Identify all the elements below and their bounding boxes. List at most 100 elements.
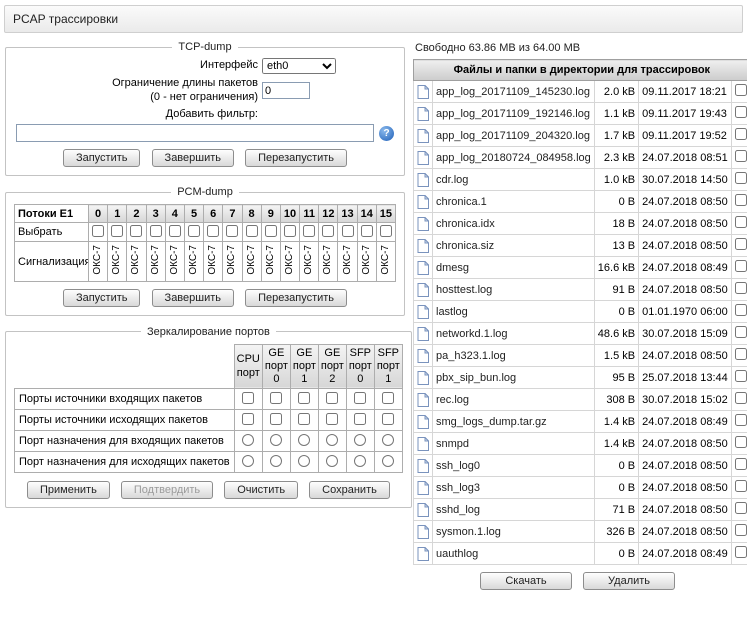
- file-name[interactable]: chronica.siz: [436, 240, 494, 252]
- file-select-checkbox[interactable]: [735, 524, 747, 536]
- mirroring-checkbox-row0-col0[interactable]: [242, 392, 254, 404]
- e1-select-checkbox-2[interactable]: [130, 225, 142, 237]
- help-icon[interactable]: ?: [379, 126, 394, 141]
- mirroring-checkbox-row0-col1[interactable]: [270, 392, 282, 404]
- file-name[interactable]: rec.log: [436, 394, 469, 406]
- mirroring-radio-row3-col3[interactable]: [326, 455, 338, 467]
- e1-select-checkbox-15[interactable]: [380, 225, 392, 237]
- e1-select-checkbox-9[interactable]: [265, 225, 277, 237]
- file-name[interactable]: smg_logs_dump.tar.gz: [436, 416, 547, 428]
- mirroring-radio-row3-col1[interactable]: [270, 455, 282, 467]
- file-name[interactable]: networkd.1.log: [436, 328, 508, 340]
- file-select-checkbox[interactable]: [735, 458, 747, 470]
- interface-select[interactable]: eth0: [262, 58, 336, 74]
- e1-select-checkbox-6[interactable]: [207, 225, 219, 237]
- apply-button[interactable]: Применить: [27, 481, 110, 499]
- e1-select-checkbox-5[interactable]: [188, 225, 200, 237]
- mirroring-radio-row3-col4[interactable]: [354, 455, 366, 467]
- file-select-checkbox[interactable]: [735, 480, 747, 492]
- file-select-checkbox[interactable]: [735, 392, 747, 404]
- mirroring-radio-row2-col4[interactable]: [354, 434, 366, 446]
- tcpdump-stop-button[interactable]: Завершить: [152, 149, 234, 167]
- mirroring-radio-row2-col3[interactable]: [326, 434, 338, 446]
- file-name[interactable]: cdr.log: [436, 174, 468, 186]
- file-name[interactable]: ssh_log3: [436, 482, 480, 494]
- e1-select-checkbox-10[interactable]: [284, 225, 296, 237]
- file-select-checkbox[interactable]: [735, 216, 747, 228]
- file-name[interactable]: sshd_log: [436, 504, 480, 516]
- mirroring-radio-row3-col5[interactable]: [382, 455, 394, 467]
- filter-input[interactable]: [16, 124, 374, 142]
- delete-button[interactable]: Удалить: [583, 572, 675, 590]
- e1-select-checkbox-12[interactable]: [322, 225, 334, 237]
- file-select-checkbox[interactable]: [735, 260, 747, 272]
- mirroring-checkbox-row1-col5[interactable]: [382, 413, 394, 425]
- mirroring-checkbox-row1-col3[interactable]: [326, 413, 338, 425]
- mirroring-radio-row2-col0[interactable]: [242, 434, 254, 446]
- file-select-checkbox[interactable]: [735, 436, 747, 448]
- mirroring-radio-row3-col0[interactable]: [242, 455, 254, 467]
- pcmdump-stop-button[interactable]: Завершить: [152, 289, 234, 307]
- mirroring-checkbox-row1-col0[interactable]: [242, 413, 254, 425]
- file-select-checkbox[interactable]: [735, 326, 747, 338]
- file-select-checkbox[interactable]: [735, 414, 747, 426]
- file-select-checkbox[interactable]: [735, 546, 747, 558]
- file-name[interactable]: uauthlog: [436, 548, 478, 560]
- file-name[interactable]: ssh_log0: [436, 460, 480, 472]
- e1-select-checkbox-13[interactable]: [342, 225, 354, 237]
- file-name[interactable]: app_log_20171109_204320.log: [436, 130, 590, 142]
- file-name[interactable]: lastlog: [436, 306, 468, 318]
- file-select-checkbox[interactable]: [735, 238, 747, 250]
- file-name[interactable]: app_log_20171109_145230.log: [436, 86, 590, 98]
- file-select-checkbox[interactable]: [735, 172, 747, 184]
- mirroring-checkbox-row0-col4[interactable]: [354, 392, 366, 404]
- mirroring-radio-row2-col1[interactable]: [270, 434, 282, 446]
- file-select-checkbox[interactable]: [735, 304, 747, 316]
- confirm-button[interactable]: Подтвердить: [121, 481, 213, 499]
- file-select-checkbox[interactable]: [735, 128, 747, 140]
- file-name[interactable]: sysmon.1.log: [436, 526, 501, 538]
- mirroring-radio-row2-col5[interactable]: [382, 434, 394, 446]
- save-button[interactable]: Сохранить: [309, 481, 390, 499]
- e1-select-checkbox-14[interactable]: [361, 225, 373, 237]
- file-select-checkbox[interactable]: [735, 150, 747, 162]
- e1-select-checkbox-0[interactable]: [92, 225, 104, 237]
- mirroring-checkbox-row0-col5[interactable]: [382, 392, 394, 404]
- pcmdump-restart-button[interactable]: Перезапустить: [245, 289, 347, 307]
- file-select-checkbox[interactable]: [735, 370, 747, 382]
- tcpdump-start-button[interactable]: Запустить: [63, 149, 141, 167]
- clear-button[interactable]: Очистить: [224, 481, 298, 499]
- file-name[interactable]: app_log_20180724_084958.log: [436, 152, 591, 164]
- file-name[interactable]: app_log_20171109_192146.log: [436, 108, 590, 120]
- file-select-checkbox[interactable]: [735, 348, 747, 360]
- file-select-checkbox[interactable]: [735, 84, 747, 96]
- e1-select-checkbox-7[interactable]: [226, 225, 238, 237]
- file-select-checkbox[interactable]: [735, 106, 747, 118]
- e1-select-checkbox-4[interactable]: [169, 225, 181, 237]
- file-select-checkbox[interactable]: [735, 502, 747, 514]
- pcmdump-start-button[interactable]: Запустить: [63, 289, 141, 307]
- mirroring-radio-row2-col2[interactable]: [298, 434, 310, 446]
- download-button[interactable]: Скачать: [480, 572, 572, 590]
- file-name[interactable]: chronica.idx: [436, 218, 495, 230]
- mirroring-checkbox-row0-col2[interactable]: [298, 392, 310, 404]
- file-name[interactable]: pbx_sip_bun.log: [436, 372, 516, 384]
- mirroring-checkbox-row1-col1[interactable]: [270, 413, 282, 425]
- tcpdump-restart-button[interactable]: Перезапустить: [245, 149, 347, 167]
- file-name[interactable]: pa_h323.1.log: [436, 350, 506, 362]
- file-select-checkbox[interactable]: [735, 282, 747, 294]
- e1-select-checkbox-8[interactable]: [246, 225, 258, 237]
- file-name[interactable]: dmesg: [436, 262, 469, 274]
- mirroring-checkbox-row1-col2[interactable]: [298, 413, 310, 425]
- e1-select-checkbox-11[interactable]: [303, 225, 315, 237]
- mirroring-radio-row3-col2[interactable]: [298, 455, 310, 467]
- file-name[interactable]: chronica.1: [436, 196, 487, 208]
- file-select-checkbox[interactable]: [735, 194, 747, 206]
- mirroring-checkbox-row0-col3[interactable]: [326, 392, 338, 404]
- file-name[interactable]: snmpd: [436, 438, 469, 450]
- file-name[interactable]: hosttest.log: [436, 284, 492, 296]
- length-limit-input[interactable]: [262, 82, 310, 99]
- e1-select-checkbox-1[interactable]: [111, 225, 123, 237]
- mirroring-checkbox-row1-col4[interactable]: [354, 413, 366, 425]
- e1-select-checkbox-3[interactable]: [150, 225, 162, 237]
